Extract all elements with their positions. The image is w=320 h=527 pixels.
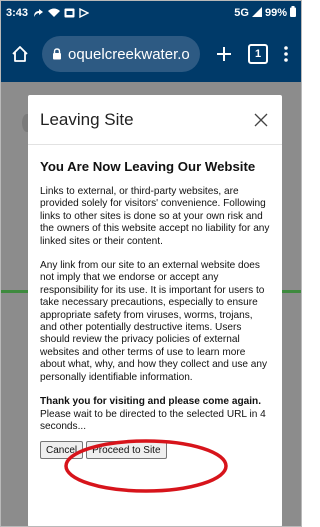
dialog-header: Leaving Site [28, 95, 282, 145]
close-icon [254, 113, 268, 126]
wifi-icon [48, 8, 61, 18]
battery-icon [290, 6, 296, 20]
tab-count: 1 [254, 48, 262, 60]
proceed-to-site-button[interactable]: Proceed to Site [86, 441, 167, 460]
address-bar[interactable]: oquelcreekwater.org [42, 36, 200, 72]
disclaimer-paragraph-2: Any link from our site to an external we… [40, 260, 268, 383]
dialog-actions: Cancel Proceed to Site [40, 441, 272, 460]
status-time: 3:43 [6, 7, 29, 19]
close-button[interactable] [252, 111, 270, 129]
home-button[interactable] [6, 40, 34, 68]
network-type: 5G [234, 7, 249, 19]
home-icon [12, 46, 28, 62]
signal-icon [251, 6, 262, 20]
cancel-button[interactable]: Cancel [40, 441, 84, 460]
status-bar: 3:43 5G 99% [0, 0, 302, 26]
call-forward-icon [32, 8, 44, 19]
plus-icon [217, 47, 231, 61]
disclaimer-paragraph-1: Links to external, or third-party websit… [40, 186, 270, 247]
screenshot-icon [64, 8, 75, 18]
leaving-site-dialog: Leaving Site You Are Now Leaving Our Web… [28, 95, 282, 527]
dialog-body: You Are Now Leaving Our Website Links to… [28, 145, 282, 460]
background-green-line-left [0, 290, 28, 293]
menu-button[interactable] [280, 42, 292, 66]
dialog-heading: You Are Now Leaving Our Website [40, 159, 256, 174]
redirect-countdown-text: Please wait to be directed to the select… [40, 408, 266, 432]
browser-toolbar: oquelcreekwater.org 1 [0, 26, 302, 82]
background-green-line-right [282, 290, 302, 293]
url-text: oquelcreekwater.org [68, 45, 190, 63]
battery-percent: 99% [264, 7, 287, 19]
play-icon [79, 8, 90, 18]
tab-switcher-button[interactable]: 1 [248, 44, 268, 64]
menu-icon [284, 46, 288, 62]
lock-icon [52, 48, 62, 60]
thanks-text: Thank you for visiting and please come a… [40, 396, 261, 408]
dialog-title: Leaving Site [40, 109, 134, 129]
new-tab-button[interactable] [212, 42, 236, 66]
